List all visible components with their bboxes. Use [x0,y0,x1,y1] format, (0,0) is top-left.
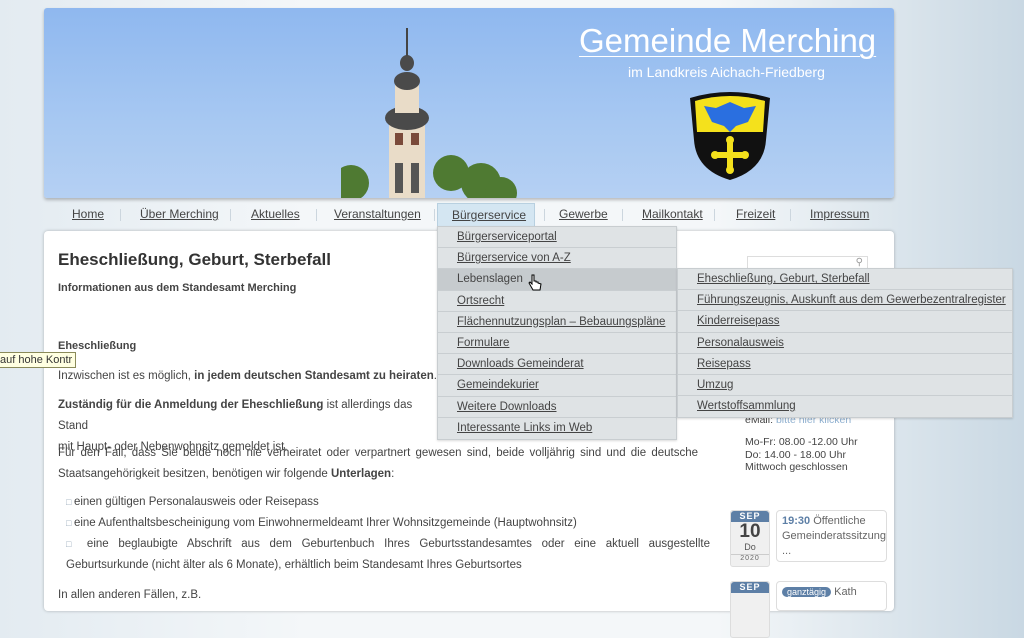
church-tower-image [341,28,517,198]
site-subtitle: im Landkreis Aichach-Friedberg [628,64,825,80]
nav-separator [120,209,121,221]
requirements-list: □ einen gültigen Personalausweis oder Re… [66,492,710,576]
menu-item-interessante-links[interactable]: Interessante Links im Web [438,418,676,439]
event-badge: ganztägig [782,587,832,597]
nav-separator [622,209,623,221]
paragraph-3: Für den Fall, dass Sie beide noch nie ve… [58,447,698,480]
event-card[interactable]: ganztägig Kath [776,581,887,611]
submenu-item-personalausweis[interactable]: Personalausweis [678,333,1012,354]
menu-item-gemeindekurier[interactable]: Gemeindekurier [438,375,676,397]
menu-item-buergerserviceportal[interactable]: Bürgerserviceportal [438,227,676,249]
menu-item-lebenslagen[interactable]: Lebenslagen [438,269,676,291]
nav-impressum[interactable]: Impressum [795,203,884,227]
hand-cursor-icon [528,274,542,291]
nav-gewerbe[interactable]: Gewerbe [544,203,623,227]
nav-separator [230,209,231,221]
intro-text: Informationen aus dem Standesamt Merchin… [58,282,297,294]
site-title-link[interactable]: Gemeinde Merching [579,22,876,60]
nav-ueber-merching[interactable]: Über Merching [125,203,234,227]
event-year: 2020 [731,554,769,562]
tooltip: auf hohe Kontr [0,352,77,368]
submenu-item-fuehrungszeugnis[interactable]: Führungszeugnis, Auskunft aus dem Gewerb… [678,290,1012,312]
opening-hours: Mo-Fr: 08.00 -12.00 Uhr Do: 14.00 - 18.0… [745,436,858,474]
submenu-item-reisepass[interactable]: Reisepass [678,354,1012,375]
hours-line: Do: 14.00 - 18.00 Uhr [745,448,846,461]
main-navigation: Home Über Merching Aktuelles Veranstaltu… [44,203,894,227]
nav-home[interactable]: Home [57,203,119,227]
nav-separator [790,209,791,221]
hours-line: Mittwoch geschlossen [745,461,848,473]
menu-item-flaechennutzungsplan[interactable]: Flächennutzungsplan – Bebauungspläne [438,312,676,333]
list-item-text: eine beglaubigte Abschrift aus dem Gebur… [66,538,711,571]
submenu-item-wertstoffsammlung[interactable]: Wertstoffsammlung [678,396,1012,417]
nav-separator [316,209,317,221]
nav-separator [434,209,435,221]
submenu-item-umzug[interactable]: Umzug [678,375,1012,397]
search-icon[interactable]: ⚲ [856,257,863,268]
event-weekday: Do [744,542,756,552]
nav-buergerservice[interactable]: Bürgerservice [437,203,535,227]
nav-aktuelles[interactable]: Aktuelles [236,203,315,227]
list-item-text: einen gültigen Personalausweis oder Reis… [73,496,319,508]
page-title: Eheschließung, Geburt, Sterbefall [58,250,331,269]
submenu-item-eheschliessung[interactable]: Eheschließung, Geburt, Sterbefall [678,269,1012,291]
list-item: □ eine Aufenthaltsbescheinigung vom Einw… [66,517,577,529]
paragraph-4: In allen anderen Fällen, z.B. [58,589,202,601]
header-banner: Gemeinde Merching im Landkreis Aichach-F… [44,8,894,198]
event-date: SEP [730,581,770,638]
list-item: □ eine beglaubigte Abschrift aus dem Geb… [66,538,711,571]
buergerservice-dropdown: Bürgerserviceportal Bürgerservice von A-… [437,226,677,440]
list-item-text: eine Aufenthaltsbescheinigung vom Einwoh… [73,517,577,529]
lebenslagen-submenu: Eheschließung, Geburt, Sterbefall Führun… [677,268,1013,419]
menu-item-buergerservice-a-z[interactable]: Bürgerservice von A-Z [438,248,676,270]
nav-separator [714,209,715,221]
menu-item-formulare[interactable]: Formulare [438,333,676,355]
paragraph-1: Inzwischen ist es möglich, in jedem deut… [58,370,437,382]
event-month: SEP [731,582,769,593]
menu-item-ortsrecht[interactable]: Ortsrecht [438,291,676,312]
text-bold: Unterlagen [331,468,392,480]
submenu-item-kinderreisepass[interactable]: Kinderreisepass [678,311,1012,333]
list-item: □ einen gültigen Personalausweis oder Re… [66,496,319,508]
coat-of-arms-logo [690,92,770,180]
nav-veranstaltungen[interactable]: Veranstaltungen [319,203,436,227]
event-card[interactable]: 19:30 Öffentliche Gemeinderatssitzung ..… [776,510,887,562]
event-title: Kath [831,586,857,598]
hours-line: Mo-Fr: 08.00 -12.00 Uhr [745,436,858,448]
text-bold: in jedem deutschen Standesamt zu heirate… [194,370,434,382]
text-bold: Zuständig für die Anmeldung der Eheschli… [58,399,324,411]
event-time: 19:30 [782,515,811,527]
menu-item-downloads-gemeinderat[interactable]: Downloads Gemeinderat [438,354,676,376]
event-date: SEP 10 Do 2020 [730,510,770,567]
event-day: 10 [739,521,761,542]
text: Inzwischen ist es möglich, [58,370,195,382]
nav-mailkontakt[interactable]: Mailkontakt [627,203,718,227]
nav-freizeit[interactable]: Freizeit [721,203,790,227]
menu-item-weitere-downloads[interactable]: Weitere Downloads [438,397,676,418]
